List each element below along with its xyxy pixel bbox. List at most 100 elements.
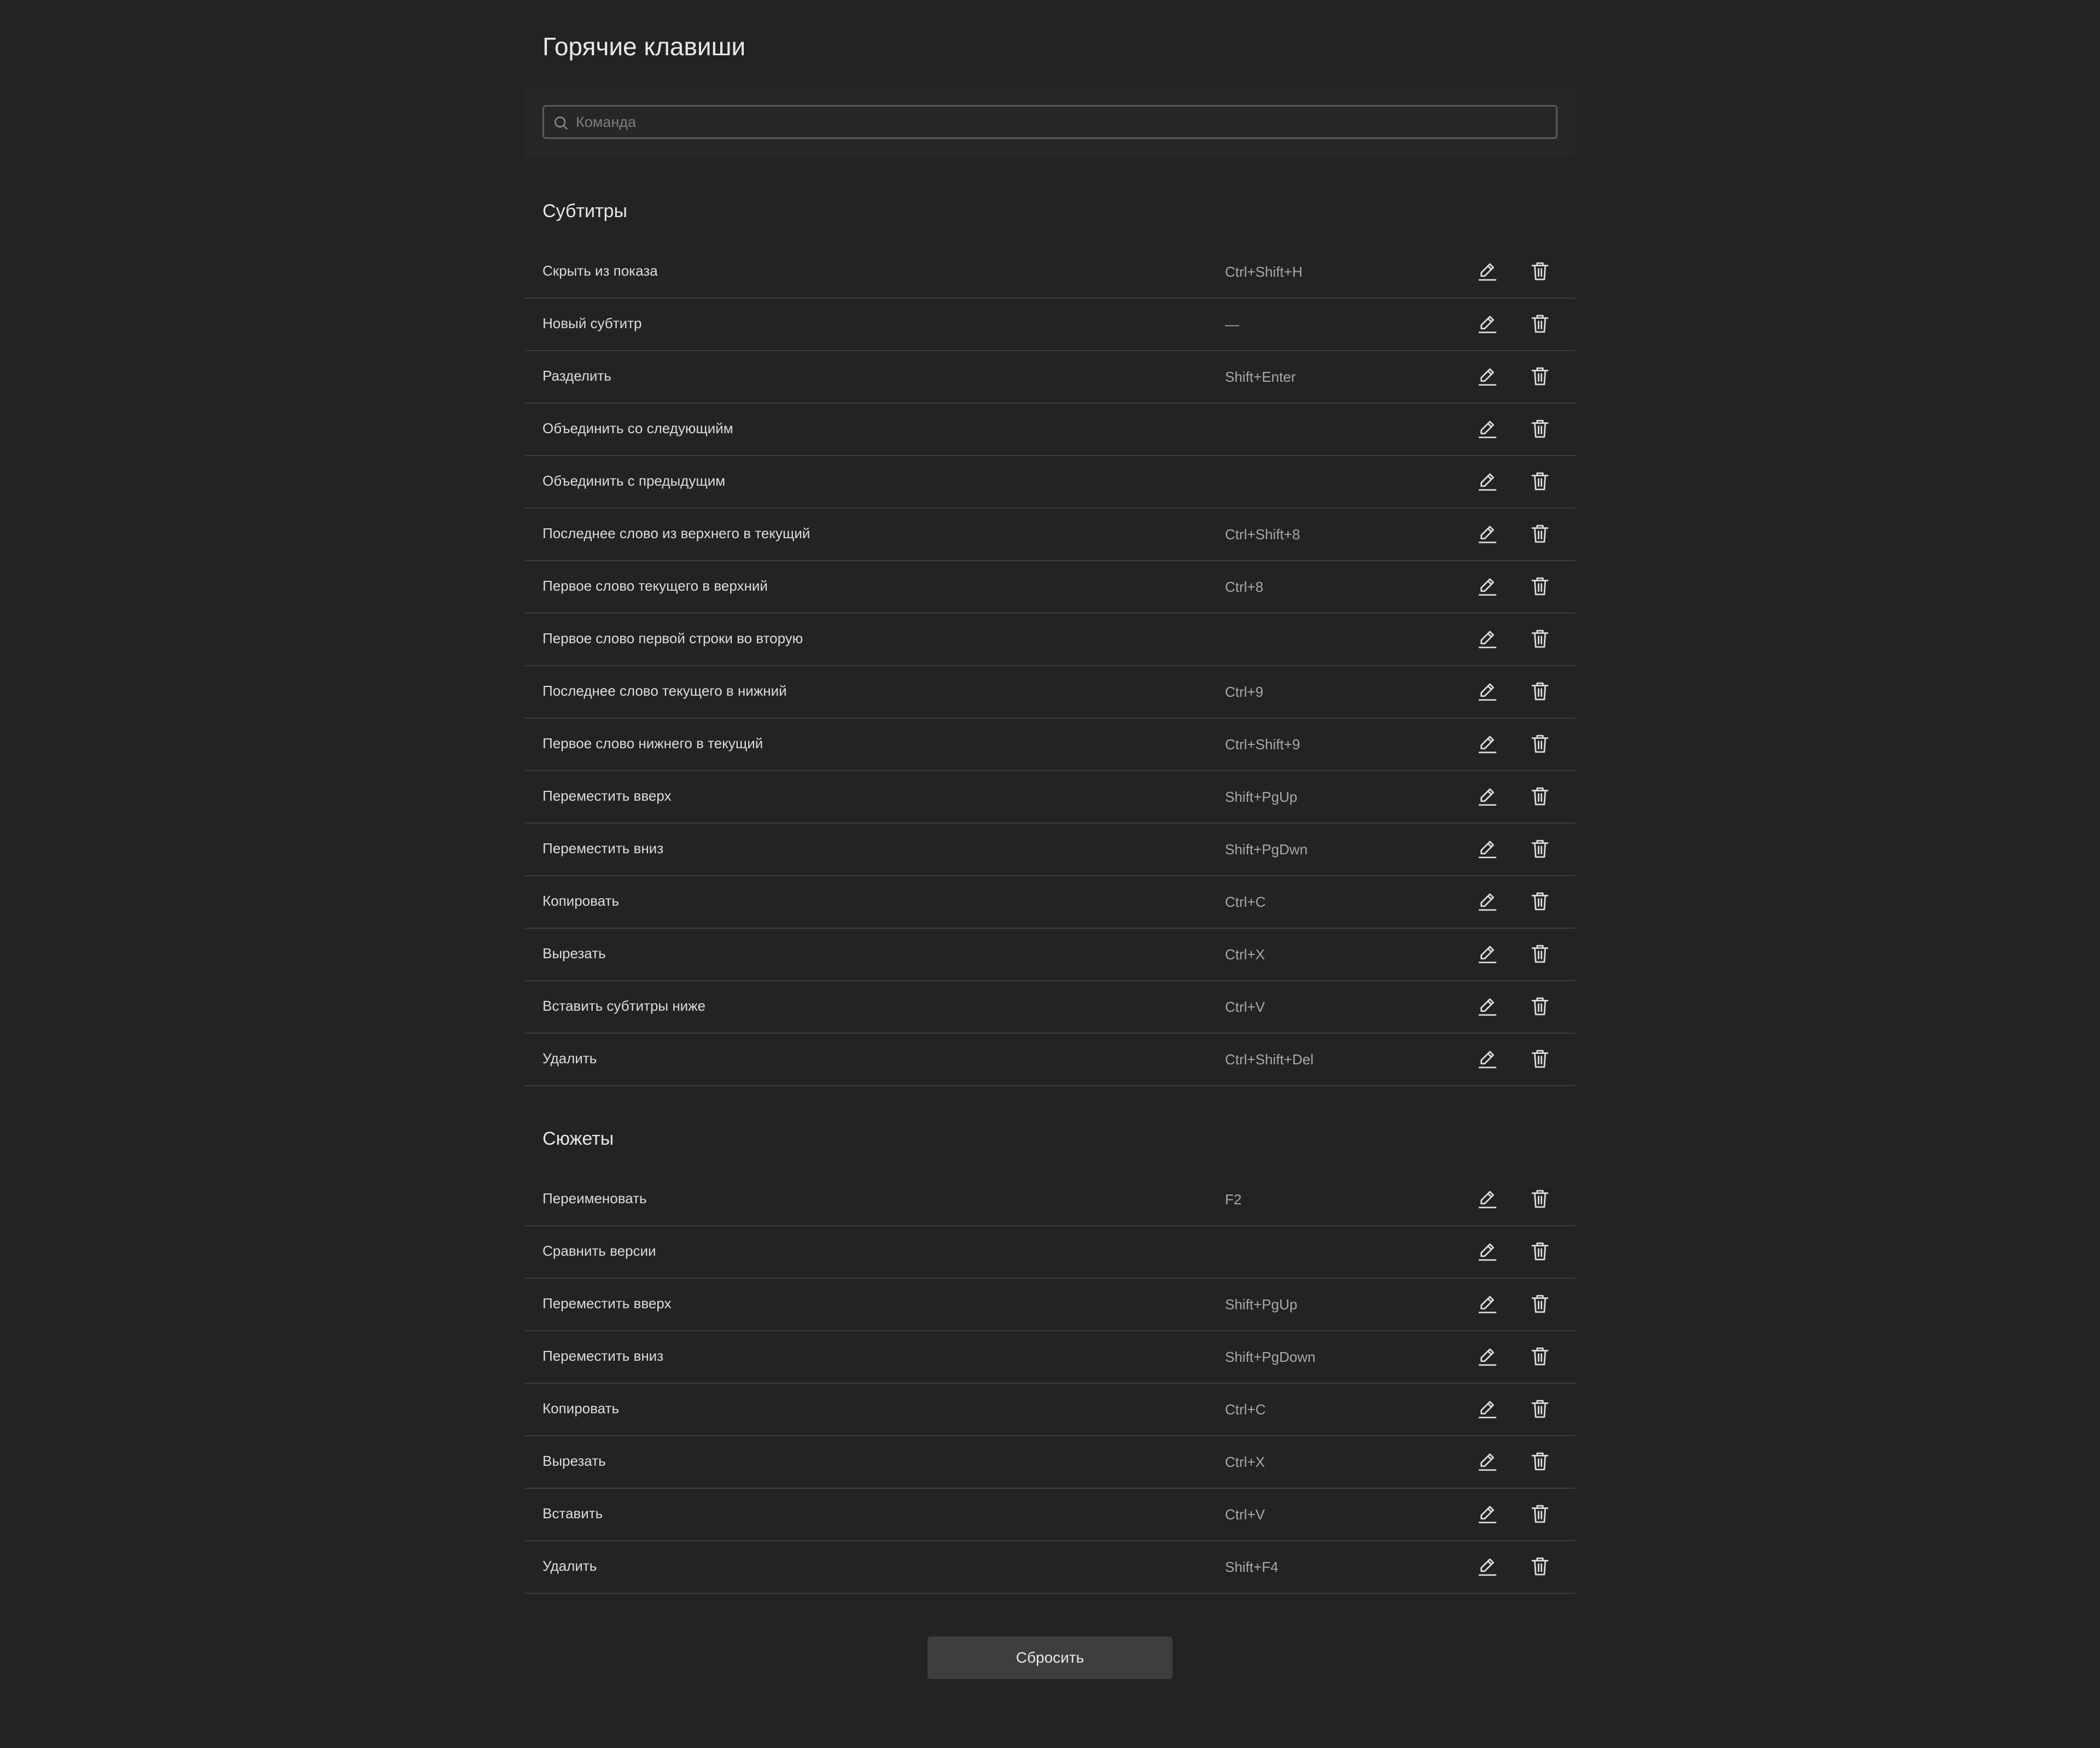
shortcut-row: Первое слово нижнего в текущий Ctrl+Shift…: [525, 719, 1575, 771]
edit-shortcut-button[interactable]: [1474, 941, 1501, 967]
trash-icon: [1531, 1557, 1549, 1576]
trash-icon: [1531, 1505, 1549, 1523]
delete-shortcut-button[interactable]: [1527, 941, 1553, 967]
edit-shortcut-button[interactable]: [1474, 1448, 1501, 1475]
shortcut-row: Последнее слово текущего в нижний Ctrl+9: [525, 666, 1575, 719]
delete-shortcut-button[interactable]: [1527, 1501, 1553, 1527]
reset-button[interactable]: Сбросить: [928, 1636, 1172, 1679]
delete-shortcut-button[interactable]: [1527, 363, 1553, 389]
edit-shortcut-button[interactable]: [1474, 416, 1501, 442]
edit-shortcut-button[interactable]: [1474, 1343, 1501, 1370]
shortcut-value: Shift+PgDown: [1225, 1349, 1316, 1365]
edit-shortcut-button[interactable]: [1474, 311, 1501, 337]
shortcut-value: Ctrl+9: [1225, 684, 1264, 700]
edit-shortcut-button[interactable]: [1474, 258, 1501, 284]
delete-shortcut-button[interactable]: [1527, 836, 1553, 862]
delete-shortcut-button[interactable]: [1527, 468, 1553, 494]
edit-shortcut-button[interactable]: [1474, 678, 1501, 704]
delete-shortcut-button[interactable]: [1527, 1238, 1553, 1265]
edit-shortcut-button[interactable]: [1474, 1046, 1501, 1072]
edit-shortcut-button[interactable]: [1474, 521, 1501, 547]
trash-icon: [1531, 682, 1549, 701]
shortcut-value: Shift+PgDwn: [1225, 841, 1308, 858]
edit-shortcut-button[interactable]: [1474, 626, 1501, 652]
trash-icon: [1531, 1050, 1549, 1068]
shortcut-value: Ctrl+V: [1225, 1506, 1265, 1523]
command-label: Переместить вниз: [542, 840, 664, 856]
search-panel: [525, 88, 1575, 156]
shortcut-row: Вставить субтитры ниже Ctrl+V: [525, 981, 1575, 1034]
pencil-icon: [1478, 1401, 1497, 1419]
edit-shortcut-button[interactable]: [1474, 573, 1501, 599]
delete-shortcut-button[interactable]: [1527, 1553, 1553, 1580]
command-label: Вставить: [542, 1505, 603, 1522]
pencil-icon: [1478, 946, 1497, 964]
shortcut-list: Переименовать F2 Сравнить версии Переместит…: [525, 1174, 1575, 1594]
delete-shortcut-button[interactable]: [1527, 1396, 1553, 1422]
delete-shortcut-button[interactable]: [1527, 1291, 1553, 1317]
edit-shortcut-button[interactable]: [1474, 1501, 1501, 1527]
delete-shortcut-button[interactable]: [1527, 1046, 1553, 1072]
delete-shortcut-button[interactable]: [1527, 573, 1553, 599]
pencil-icon: [1478, 1191, 1497, 1209]
pencil-icon: [1478, 1051, 1497, 1069]
delete-shortcut-button[interactable]: [1527, 1186, 1553, 1212]
edit-shortcut-button[interactable]: [1474, 1186, 1501, 1212]
delete-shortcut-button[interactable]: [1527, 311, 1553, 337]
shortcut-value: Ctrl+Shift+9: [1225, 736, 1300, 753]
edit-shortcut-button[interactable]: [1474, 1396, 1501, 1422]
shortcut-row: Новый субтитр —: [525, 299, 1575, 351]
command-label: Переместить вверх: [542, 1295, 672, 1312]
shortcut-row: Удалить Shift+F4: [525, 1541, 1575, 1594]
trash-icon: [1531, 945, 1549, 963]
delete-shortcut-button[interactable]: [1527, 1343, 1553, 1370]
delete-shortcut-button[interactable]: [1527, 678, 1553, 704]
shortcut-row: Удалить Ctrl+Shift+Del: [525, 1034, 1575, 1086]
shortcut-row: Скрыть из показа Ctrl+Shift+H: [525, 246, 1575, 299]
trash-icon: [1531, 892, 1549, 911]
delete-shortcut-button[interactable]: [1527, 993, 1553, 1019]
edit-shortcut-button[interactable]: [1474, 468, 1501, 494]
shortcut-row: Переместить вниз Shift+PgDown: [525, 1331, 1575, 1384]
delete-shortcut-button[interactable]: [1527, 731, 1553, 757]
search-box[interactable]: [542, 105, 1558, 139]
trash-icon: [1531, 1190, 1549, 1208]
shortcut-row: Объединить с предыдущим: [525, 456, 1575, 509]
delete-shortcut-button[interactable]: [1527, 888, 1553, 914]
shortcut-row: Последнее слово из верхнего в текущий Ctr…: [525, 509, 1575, 561]
edit-shortcut-button[interactable]: [1474, 993, 1501, 1019]
edit-shortcut-button[interactable]: [1474, 888, 1501, 914]
delete-shortcut-button[interactable]: [1527, 258, 1553, 284]
trash-icon: [1531, 1242, 1549, 1261]
delete-shortcut-button[interactable]: [1527, 626, 1553, 652]
section-title: Сюжеты: [542, 1128, 614, 1149]
command-label: Первое слово нижнего в текущий: [542, 735, 763, 751]
command-label: Удалить: [542, 1558, 597, 1574]
edit-shortcut-button[interactable]: [1474, 1553, 1501, 1580]
pencil-icon: [1478, 998, 1497, 1016]
edit-shortcut-button[interactable]: [1474, 783, 1501, 809]
page-title: Горячие клавиши: [542, 32, 746, 61]
delete-shortcut-button[interactable]: [1527, 416, 1553, 442]
command-label: Копировать: [542, 1400, 619, 1417]
edit-shortcut-button[interactable]: [1474, 836, 1501, 862]
delete-shortcut-button[interactable]: [1527, 783, 1553, 809]
edit-shortcut-button[interactable]: [1474, 1291, 1501, 1317]
edit-shortcut-button[interactable]: [1474, 731, 1501, 757]
shortcut-row: Переименовать F2: [525, 1174, 1575, 1226]
delete-shortcut-button[interactable]: [1527, 1448, 1553, 1475]
pencil-icon: [1478, 841, 1497, 859]
command-label: Вырезать: [542, 1453, 606, 1469]
shortcut-row: Вставить Ctrl+V: [525, 1489, 1575, 1541]
edit-shortcut-button[interactable]: [1474, 1238, 1501, 1265]
command-label: Копировать: [542, 893, 619, 909]
shortcut-row: Объединить со следующийм: [525, 404, 1575, 456]
edit-shortcut-button[interactable]: [1474, 363, 1501, 389]
command-label: Разделить: [542, 368, 611, 384]
shortcut-row: Копировать Ctrl+C: [525, 1384, 1575, 1436]
delete-shortcut-button[interactable]: [1527, 521, 1553, 547]
pencil-icon: [1478, 316, 1497, 334]
search-input[interactable]: [576, 107, 1549, 137]
trash-icon: [1531, 630, 1549, 648]
shortcut-value: Ctrl+X: [1225, 946, 1265, 963]
